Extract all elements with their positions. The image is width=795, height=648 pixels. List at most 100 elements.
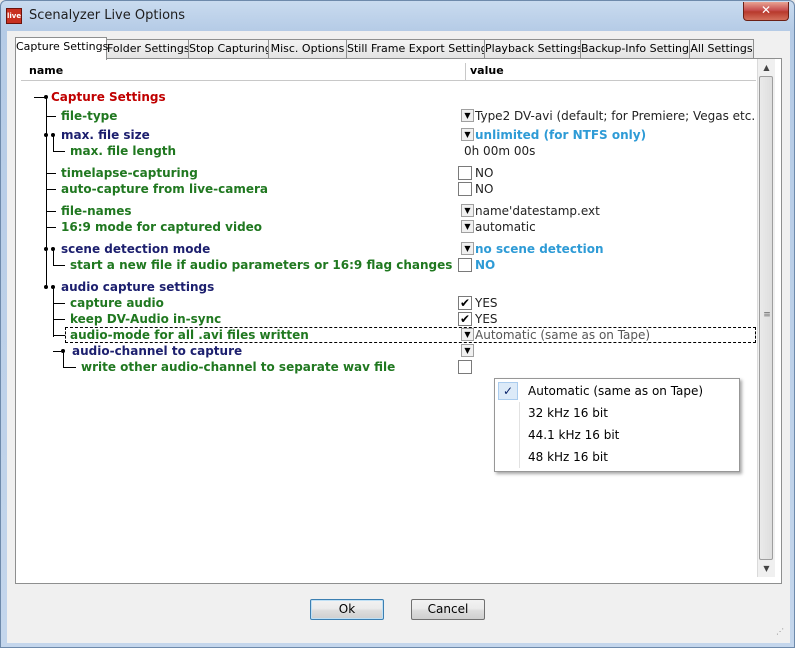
tree-connector: [46, 211, 56, 212]
column-header-name[interactable]: name: [29, 63, 64, 79]
row-label: scene detection mode: [61, 242, 211, 256]
dropdown-option[interactable]: 32 kHz 16 bit: [496, 402, 738, 424]
row-value: NO: [475, 182, 494, 196]
tree-node-bullet: [44, 95, 48, 99]
dropdown-arrow-icon[interactable]: ▼: [461, 328, 474, 341]
row-label: 16:9 mode for captured video: [61, 220, 263, 234]
scroll-up-icon[interactable]: ▲: [758, 59, 775, 76]
grid-row-audio-mode[interactable]: audio-mode for all .avi files written ▼ …: [53, 327, 756, 343]
checkbox-checked-icon[interactable]: ✔: [458, 296, 472, 310]
checkbox[interactable]: [458, 166, 472, 180]
dropdown-arrow-icon[interactable]: ▼: [461, 220, 474, 233]
tree-node-bullet: [51, 247, 55, 251]
tree-node-bullet: [44, 133, 48, 137]
dropdown-option[interactable]: 44.1 kHz 16 bit: [496, 424, 738, 446]
grid-row-16-9-mode[interactable]: 16:9 mode for captured video ▼ automatic: [21, 219, 756, 235]
window-title: Scenalyzer Live Options: [29, 8, 186, 23]
tree-connector: [53, 303, 65, 304]
grid-row-auto-capture[interactable]: auto-capture from live-camera NO: [21, 181, 756, 197]
row-value[interactable]: 0h 00m 00s: [464, 143, 535, 159]
grid-row-write-other-audio-channel[interactable]: write other audio-channel to separate wa…: [21, 359, 756, 375]
grid-row-scene-detection-mode[interactable]: scene detection mode ▼ no scene detectio…: [21, 241, 756, 257]
grid-row-timelapse-capturing[interactable]: timelapse-capturing NO: [21, 165, 756, 181]
tree-connector: [46, 189, 56, 190]
dropdown-option[interactable]: ✓ Automatic (same as on Tape): [496, 380, 738, 402]
grid-row-capture-settings[interactable]: Capture Settings: [21, 89, 756, 105]
grid-row-file-names[interactable]: file-names ▼ name'datestamp.ext: [21, 203, 756, 219]
tab-backup-info-settings[interactable]: Backup-Info Settings: [580, 39, 695, 58]
row-label: write other audio-channel to separate wa…: [81, 360, 396, 374]
row-value: automatic: [475, 220, 536, 234]
tab-capture-settings[interactable]: Capture Settings: [15, 37, 108, 60]
column-header-value[interactable]: value: [470, 63, 504, 79]
tab-misc-options[interactable]: Misc. Options: [268, 39, 347, 58]
title-bar[interactable]: live Scenalyzer Live Options ✕: [1, 1, 794, 31]
row-label: file-type: [61, 109, 118, 123]
close-button[interactable]: ✕: [743, 2, 789, 21]
column-divider[interactable]: [465, 63, 466, 80]
options-window: live Scenalyzer Live Options ✕ Capture S…: [0, 0, 795, 648]
row-value: Type2 DV-avi (default; for Premiere; Veg…: [475, 109, 756, 123]
tree-connector: [63, 367, 76, 368]
row-value: YES: [475, 312, 498, 326]
row-label: audio-channel to capture: [72, 344, 243, 358]
grip-icon: ≡: [763, 310, 771, 320]
row-label: audio-mode for all .avi files written: [70, 328, 309, 342]
tree-connector: [53, 335, 65, 336]
grid-row-keep-dv-audio-in-sync[interactable]: keep DV-Audio in-sync ✔ YES: [21, 311, 756, 327]
dropdown-arrow-icon[interactable]: ▼: [461, 242, 474, 255]
check-icon: ✓: [498, 382, 518, 400]
checkbox[interactable]: [458, 258, 472, 272]
grid-row-audio-channel[interactable]: audio-channel to capture ▼: [21, 343, 756, 359]
scroll-down-icon[interactable]: ▼: [758, 560, 775, 577]
row-label: keep DV-Audio in-sync: [70, 312, 222, 326]
row-label: max. file size: [61, 128, 150, 142]
row-label: timelapse-capturing: [61, 166, 198, 180]
dropdown-arrow-icon[interactable]: ▼: [461, 109, 474, 122]
tab-folder-settings[interactable]: Folder Settings: [106, 39, 190, 58]
tree-node-bullet: [44, 247, 48, 251]
tab-still-frame-export-settings[interactable]: Still Frame Export Settings: [346, 39, 493, 58]
row-value: NO: [475, 166, 494, 180]
option-label: Automatic (same as on Tape): [528, 384, 704, 398]
tab-stop-capturing[interactable]: Stop Capturing: [188, 39, 272, 58]
checkbox-checked-icon[interactable]: ✔: [458, 312, 472, 326]
tree-connector: [53, 265, 65, 266]
ok-button[interactable]: Ok: [310, 599, 384, 620]
property-grid: name value Capture Settings file-type ▼ …: [21, 63, 756, 575]
checkbox[interactable]: [458, 360, 472, 374]
dropdown-arrow-icon[interactable]: ▼: [461, 204, 474, 217]
grid-row-max-file-size[interactable]: max. file size ▼ unlimited (for NTFS onl…: [21, 127, 756, 143]
cancel-button[interactable]: Cancel: [411, 599, 485, 620]
tab-playback-settings[interactable]: Playback Settings: [484, 39, 583, 58]
dropdown-option[interactable]: 48 kHz 16 bit: [496, 446, 738, 468]
scrollbar-thumb[interactable]: ≡: [759, 76, 773, 560]
tree-node-bullet: [61, 349, 65, 353]
dropdown-arrow-icon[interactable]: ▼: [461, 344, 474, 357]
checkbox[interactable]: [458, 182, 472, 196]
grid-row-file-type[interactable]: file-type ▼ Type2 DV-avi (default; for P…: [21, 108, 756, 124]
capture-settings-panel: name value Capture Settings file-type ▼ …: [15, 58, 782, 584]
tree-node-bullet: [51, 285, 55, 289]
resize-grip-icon[interactable]: ⋰: [776, 628, 788, 641]
row-label: max. file length: [70, 144, 177, 158]
row-label: start a new file if audio parameters or …: [70, 258, 453, 272]
tree-connector: [46, 227, 56, 228]
header-divider: [21, 80, 756, 81]
tree-node-bullet: [44, 285, 48, 289]
row-value: NO: [475, 258, 496, 272]
tab-all-settings[interactable]: All Settings: [689, 39, 754, 58]
row-value: unlimited (for NTFS only): [475, 128, 647, 142]
grid-row-capture-audio[interactable]: capture audio ✔ YES: [21, 295, 756, 311]
grid-row-max-file-length[interactable]: max. file length 0h 00m 00s: [21, 143, 756, 159]
row-value: Automatic (same as on Tape): [475, 328, 651, 342]
grid-row-audio-capture-settings[interactable]: audio capture settings: [21, 279, 756, 295]
dropdown-arrow-icon[interactable]: ▼: [461, 128, 474, 141]
row-value: YES: [475, 296, 498, 310]
row-label: capture audio: [70, 296, 164, 310]
grid-row-start-new-file[interactable]: start a new file if audio parameters or …: [21, 257, 756, 273]
tree-connector: [46, 173, 56, 174]
option-label: 48 kHz 16 bit: [528, 450, 608, 464]
vertical-scrollbar[interactable]: ▲ ≡ ▼: [757, 59, 775, 577]
dialog-client-area: Capture Settings Folder Settings Stop Ca…: [7, 31, 790, 643]
